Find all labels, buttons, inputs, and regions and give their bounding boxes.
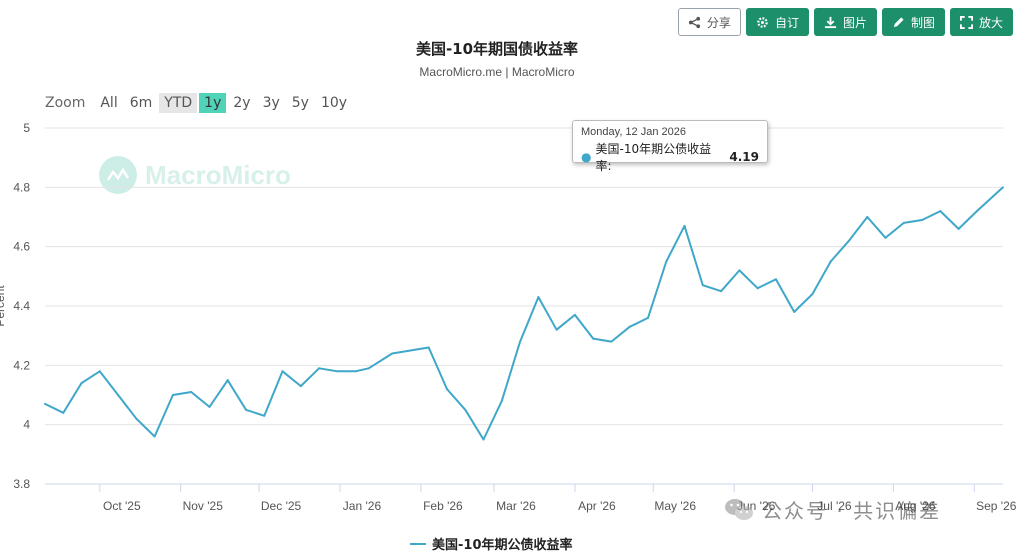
x-tick-label: Dec '25	[261, 499, 302, 513]
x-tick-label: Oct '25	[103, 499, 141, 513]
data-point[interactable]	[336, 370, 339, 373]
data-point[interactable]	[738, 269, 741, 272]
data-point[interactable]	[756, 287, 759, 290]
data-point[interactable]	[299, 385, 302, 388]
y-tick-label: 4.6	[13, 240, 30, 254]
data-point[interactable]	[482, 438, 485, 441]
data-point[interactable]	[190, 391, 193, 394]
data-point[interactable]	[683, 224, 686, 227]
wechat-text: 公众号 · 共识偏差	[762, 499, 942, 523]
tooltip-date: Monday, 12 Jan 2026	[581, 126, 686, 138]
data-point[interactable]	[884, 236, 887, 239]
data-point[interactable]	[80, 382, 83, 385]
data-point[interactable]	[592, 337, 595, 340]
data-point[interactable]	[573, 313, 576, 316]
x-tick-label: May '26	[654, 499, 696, 513]
data-point[interactable]	[98, 370, 101, 373]
data-point[interactable]	[902, 221, 905, 224]
tooltip-row: ● 美国-10年期公债收益率: 4.19	[581, 140, 759, 174]
y-tick-label: 4.2	[13, 358, 30, 372]
x-tick-label: Apr '26	[578, 499, 616, 513]
tooltip-series: 美国-10年期公债收益率:	[595, 142, 712, 173]
data-point[interactable]	[610, 340, 613, 343]
data-point[interactable]	[866, 216, 869, 218]
data-point[interactable]	[1002, 186, 1004, 189]
data-point[interactable]	[44, 402, 46, 405]
legend-line-icon	[410, 542, 426, 545]
x-tick-label: Feb '26	[423, 499, 463, 513]
data-point[interactable]	[171, 394, 174, 396]
x-tick-label: Mar '26	[496, 499, 536, 513]
data-point[interactable]	[829, 260, 832, 263]
data-point[interactable]	[263, 414, 266, 417]
data-point[interactable]	[646, 316, 649, 319]
legend-label: 美国-10年期公债收益率	[432, 538, 573, 553]
line-chart: 3.8 4 4.2 4.4 4.6 4.8 5 Percent Oct '25 Nov '25 De…	[0, 121, 1017, 513]
data-point[interactable]	[391, 352, 394, 355]
data-point[interactable]	[281, 370, 284, 373]
data-point[interactable]	[500, 399, 503, 402]
wechat-icon	[725, 498, 753, 520]
data-point[interactable]	[208, 405, 211, 408]
data-point[interactable]	[367, 367, 370, 370]
y-tick-label: 4.8	[13, 180, 30, 194]
y-tick-label: 4.4	[13, 299, 30, 313]
data-point[interactable]	[774, 278, 777, 281]
series-line[interactable]	[44, 186, 1004, 441]
data-point[interactable]	[117, 394, 120, 396]
data-point[interactable]	[62, 411, 65, 414]
y-tick-label: 5	[23, 121, 30, 135]
chart-legend[interactable]: 美国-10年期公债收益率	[410, 534, 573, 553]
wechat-watermark: 公众号 · 共识偏差	[724, 495, 941, 524]
x-tick-label: Sep '26	[976, 499, 1017, 513]
data-point[interactable]	[135, 417, 138, 420]
data-point[interactable]	[720, 290, 723, 293]
data-point[interactable]	[939, 210, 942, 213]
data-point[interactable]	[957, 227, 960, 230]
data-point[interactable]	[244, 408, 247, 411]
data-point[interactable]	[555, 328, 558, 331]
data-point[interactable]	[537, 296, 540, 299]
y-tick-label: 4	[23, 418, 30, 432]
data-point[interactable]	[445, 388, 448, 391]
chart-tooltip: Monday, 12 Jan 2026 ● 美国-10年期公债收益率: 4.19	[572, 120, 768, 173]
data-point[interactable]	[701, 284, 704, 287]
data-point[interactable]	[153, 435, 156, 438]
y-axis-title: Percent	[0, 285, 7, 327]
data-point[interactable]	[519, 340, 522, 343]
data-point[interactable]	[354, 370, 357, 373]
data-point[interactable]	[847, 239, 850, 242]
data-point[interactable]	[665, 260, 668, 263]
data-point[interactable]	[318, 367, 321, 370]
tooltip-dot-icon: ●	[581, 150, 592, 164]
data-point[interactable]	[921, 218, 924, 221]
x-tick-label: Jan '26	[343, 499, 382, 513]
x-tick-label: Nov '25	[183, 499, 224, 513]
data-point[interactable]	[464, 408, 467, 411]
data-point[interactable]	[975, 210, 978, 213]
data-point[interactable]	[793, 310, 796, 313]
y-tick-label: 3.8	[13, 477, 30, 491]
data-point[interactable]	[811, 293, 814, 296]
data-point[interactable]	[628, 325, 631, 328]
tooltip-value: 4.19	[729, 150, 759, 164]
data-point[interactable]	[427, 346, 430, 349]
data-point[interactable]	[409, 349, 412, 352]
data-point[interactable]	[226, 379, 229, 382]
